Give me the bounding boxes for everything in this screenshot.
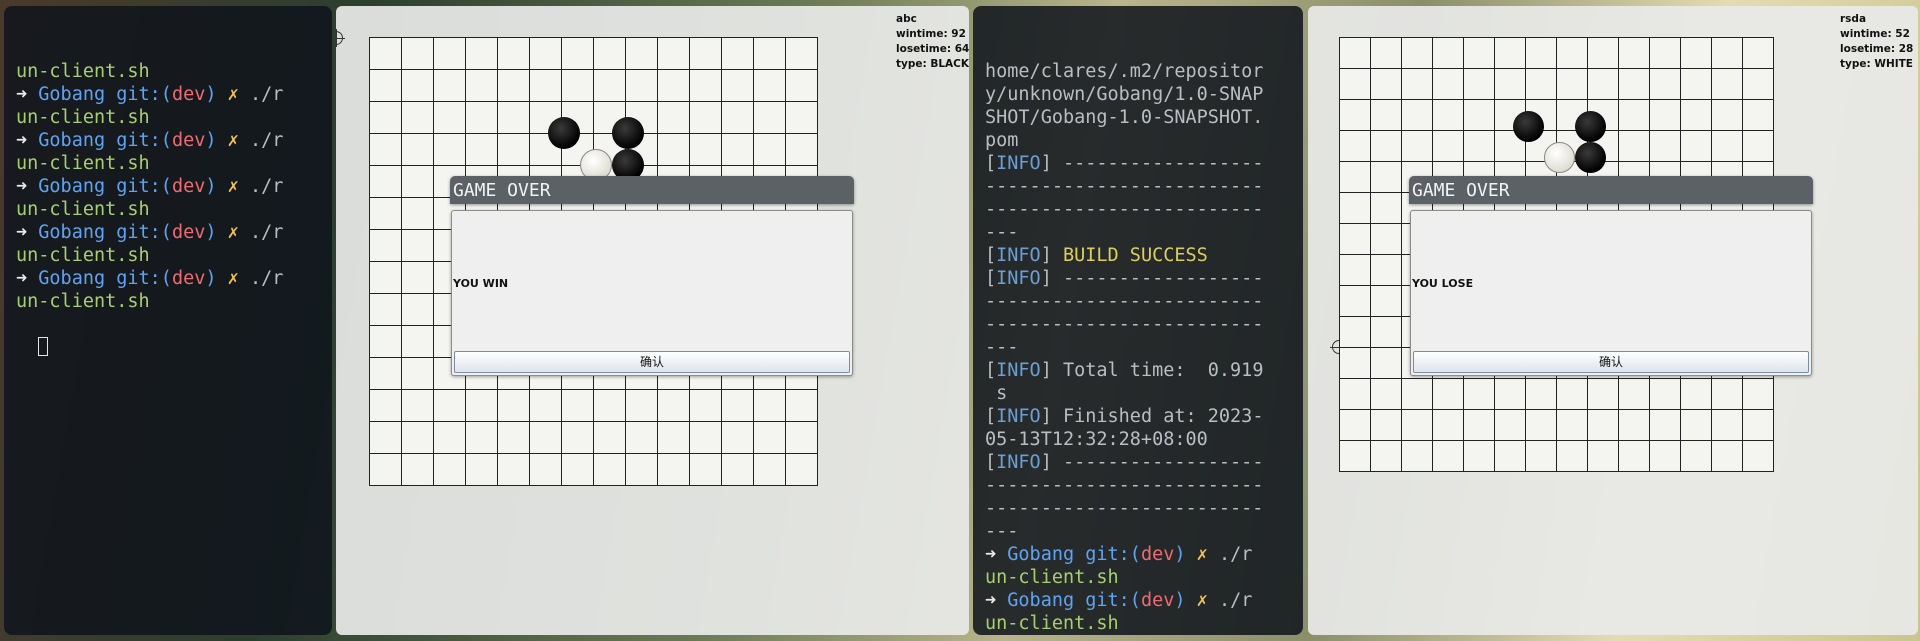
terminal-output: un-client.sh ➜ Gobang git:(dev) ✗ ./r un-c… [16, 60, 322, 313]
terminal-line: ➜ Gobang git:(dev) ✗ ./r [16, 84, 284, 105]
black-stone [1512, 111, 1544, 143]
terminal-line: 05-13T12:32:28+08:00 [985, 429, 1208, 450]
terminal-line: y/unknown/Gobang/1.0-SNAP [985, 84, 1264, 105]
terminal-line: ➜ Gobang git:(dev) ✗ ./r [985, 590, 1253, 611]
terminal-line: --- [985, 337, 1019, 358]
terminal-line: un-client.sh [985, 613, 1119, 634]
terminal-line: ➜ Gobang git:(dev) ✗ ./r [16, 222, 284, 243]
dialog-message: YOU WIN [453, 277, 509, 290]
terminal-output: home/clares/.m2/repositor y/unknown/Goban… [985, 60, 1293, 635]
terminal-line: ➜ Gobang git:(dev) ✗ ./r [16, 268, 284, 289]
player-name: rsda [1840, 13, 1867, 25]
terminal-line: [INFO] BUILD SUCCESS [985, 245, 1208, 266]
terminal-line: ➜ Gobang git:(dev) ✗ ./r [16, 130, 284, 151]
terminal-line: ------------------------- [985, 291, 1264, 312]
confirm-button[interactable]: 确认 [454, 351, 850, 373]
terminal-line: un-client.sh [16, 245, 150, 266]
left-terminal[interactable]: un-client.sh ➜ Gobang git:(dev) ✗ ./r un-c… [4, 6, 332, 635]
terminal-line: pom [985, 130, 1019, 151]
player-info: rsda wintime: 52 losetime: 28 type: WHIT… [1840, 12, 1913, 72]
black-stone [548, 117, 581, 149]
dialog-message: YOU LOSE [1412, 277, 1474, 290]
lose-count: losetime: 28 [1840, 43, 1914, 55]
black-stone [1574, 111, 1606, 143]
player-info: abc wintime: 92 losetime: 64 type: BLACK [896, 12, 969, 72]
terminal-line: ------------------------- [985, 475, 1264, 496]
dialog-title: GAME OVER [450, 176, 854, 204]
crosshair-icon [336, 29, 345, 47]
terminal-line: ------------------------- [985, 176, 1264, 197]
gobang-window-white: rsda wintime: 52 losetime: 28 type: WHIT… [1308, 6, 1918, 635]
terminal-line: ➜ Gobang git:(dev) ✗ ./r [16, 176, 284, 197]
terminal-line: [INFO] Finished at: 2023- [985, 406, 1264, 427]
terminal-line: --- [985, 521, 1019, 542]
terminal-line: [INFO] ------------------ [985, 452, 1264, 473]
terminal-cursor [38, 337, 49, 356]
win-count: wintime: 92 [896, 28, 966, 40]
terminal-line: ------------------------- [985, 199, 1264, 220]
terminal-line: un-client.sh [16, 61, 150, 82]
terminal-line: ➜ Gobang git:(dev) ✗ ./r [985, 544, 1253, 565]
white-stone [1543, 142, 1575, 174]
terminal-line: un-client.sh [16, 107, 150, 128]
terminal-line: un-client.sh [985, 567, 1119, 588]
player-type: type: BLACK [896, 58, 969, 70]
game-over-dialog: GAME OVER YOU LOSE 确认 [1409, 176, 1813, 377]
win-count: wintime: 52 [1840, 28, 1910, 40]
terminal-line: un-client.sh [16, 291, 150, 312]
terminal-line: [INFO] ------------------ [985, 153, 1264, 174]
terminal-line: home/clares/.m2/repositor [985, 61, 1264, 82]
game-over-dialog: GAME OVER YOU WIN 确认 [450, 176, 854, 377]
terminal-line: SHOT/Gobang-1.0-SNAPSHOT. [985, 107, 1264, 128]
dialog-body: YOU WIN 确认 [451, 210, 853, 376]
terminal-line: --- [985, 222, 1019, 243]
terminal-line: un-client.sh [16, 153, 150, 174]
dialog-body: YOU LOSE 确认 [1410, 210, 1812, 376]
black-stone [612, 117, 645, 149]
terminal-line: ------------------------- [985, 498, 1264, 519]
lose-count: losetime: 64 [896, 43, 969, 55]
black-stone [1574, 142, 1606, 174]
terminal-line: ------------------------- [985, 314, 1264, 335]
confirm-button[interactable]: 确认 [1413, 351, 1809, 373]
player-type: type: WHITE [1840, 58, 1913, 70]
terminal-line: s [985, 383, 1008, 404]
terminal-line: un-client.sh [16, 199, 150, 220]
terminal-line: [INFO] ------------------ [985, 268, 1264, 289]
build-terminal[interactable]: home/clares/.m2/repositor y/unknown/Goban… [973, 6, 1303, 635]
dialog-title: GAME OVER [1409, 176, 1813, 204]
terminal-line: [INFO] Total time: 0.919 [985, 360, 1264, 381]
gobang-window-black: abc wintime: 92 losetime: 64 type: BLACK… [336, 6, 969, 635]
player-name: abc [896, 13, 917, 25]
